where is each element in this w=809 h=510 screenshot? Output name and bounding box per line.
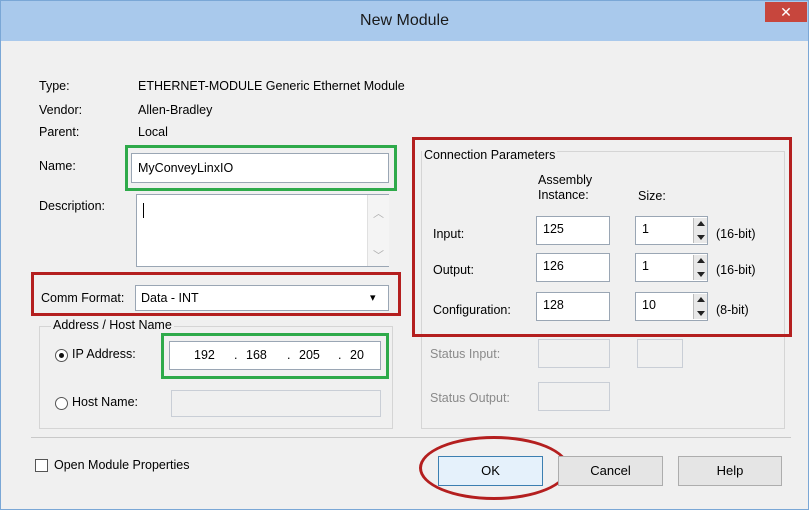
name-label: Name: [39,159,76,173]
address-group-label: Address / Host Name [51,318,174,332]
open-properties-checkbox[interactable] [35,459,48,472]
vendor-label: Vendor: [39,103,83,117]
radio-dot [59,353,64,358]
connection-highlight [412,137,792,337]
status-output-instance[interactable] [538,382,610,411]
host-name-radio[interactable] [55,397,68,410]
parent-label: Parent: [39,125,80,139]
name-highlight [125,145,397,191]
description-input[interactable]: ︿ ﹀ [136,194,389,267]
type-label: Type: [39,79,70,93]
scroll-down-icon[interactable]: ﹀ [373,247,384,263]
ok-highlight [419,436,569,500]
description-scrollbar[interactable]: ︿ ﹀ [367,195,389,266]
description-label: Description: [39,199,105,213]
status-input-size[interactable] [637,339,683,368]
cancel-button[interactable]: Cancel [558,456,663,486]
host-name-input[interactable] [171,390,381,417]
comm-format-highlight [31,272,401,316]
type-value: ETHERNET-MODULE Generic Ethernet Module [138,79,405,93]
close-button[interactable]: ✕ [765,2,807,22]
status-input-instance[interactable] [538,339,610,368]
text-cursor [143,203,144,218]
scroll-up-icon[interactable]: ︿ [373,205,384,221]
ip-address-radio[interactable] [55,349,68,362]
open-properties-label: Open Module Properties [54,458,190,472]
new-module-dialog: New Module ✕ Type: ETHERNET-MODULE Gener… [0,0,809,510]
window-title: New Module [360,12,449,29]
divider [31,437,791,438]
parent-value: Local [138,125,168,139]
help-button[interactable]: Help [678,456,782,486]
status-output-label: Status Output: [430,391,510,405]
ip-address-highlight [161,333,389,379]
host-name-label: Host Name: [72,395,138,409]
status-input-label: Status Input: [430,347,501,361]
ip-address-label: IP Address: [72,347,136,361]
vendor-value: Allen-Bradley [138,103,213,117]
